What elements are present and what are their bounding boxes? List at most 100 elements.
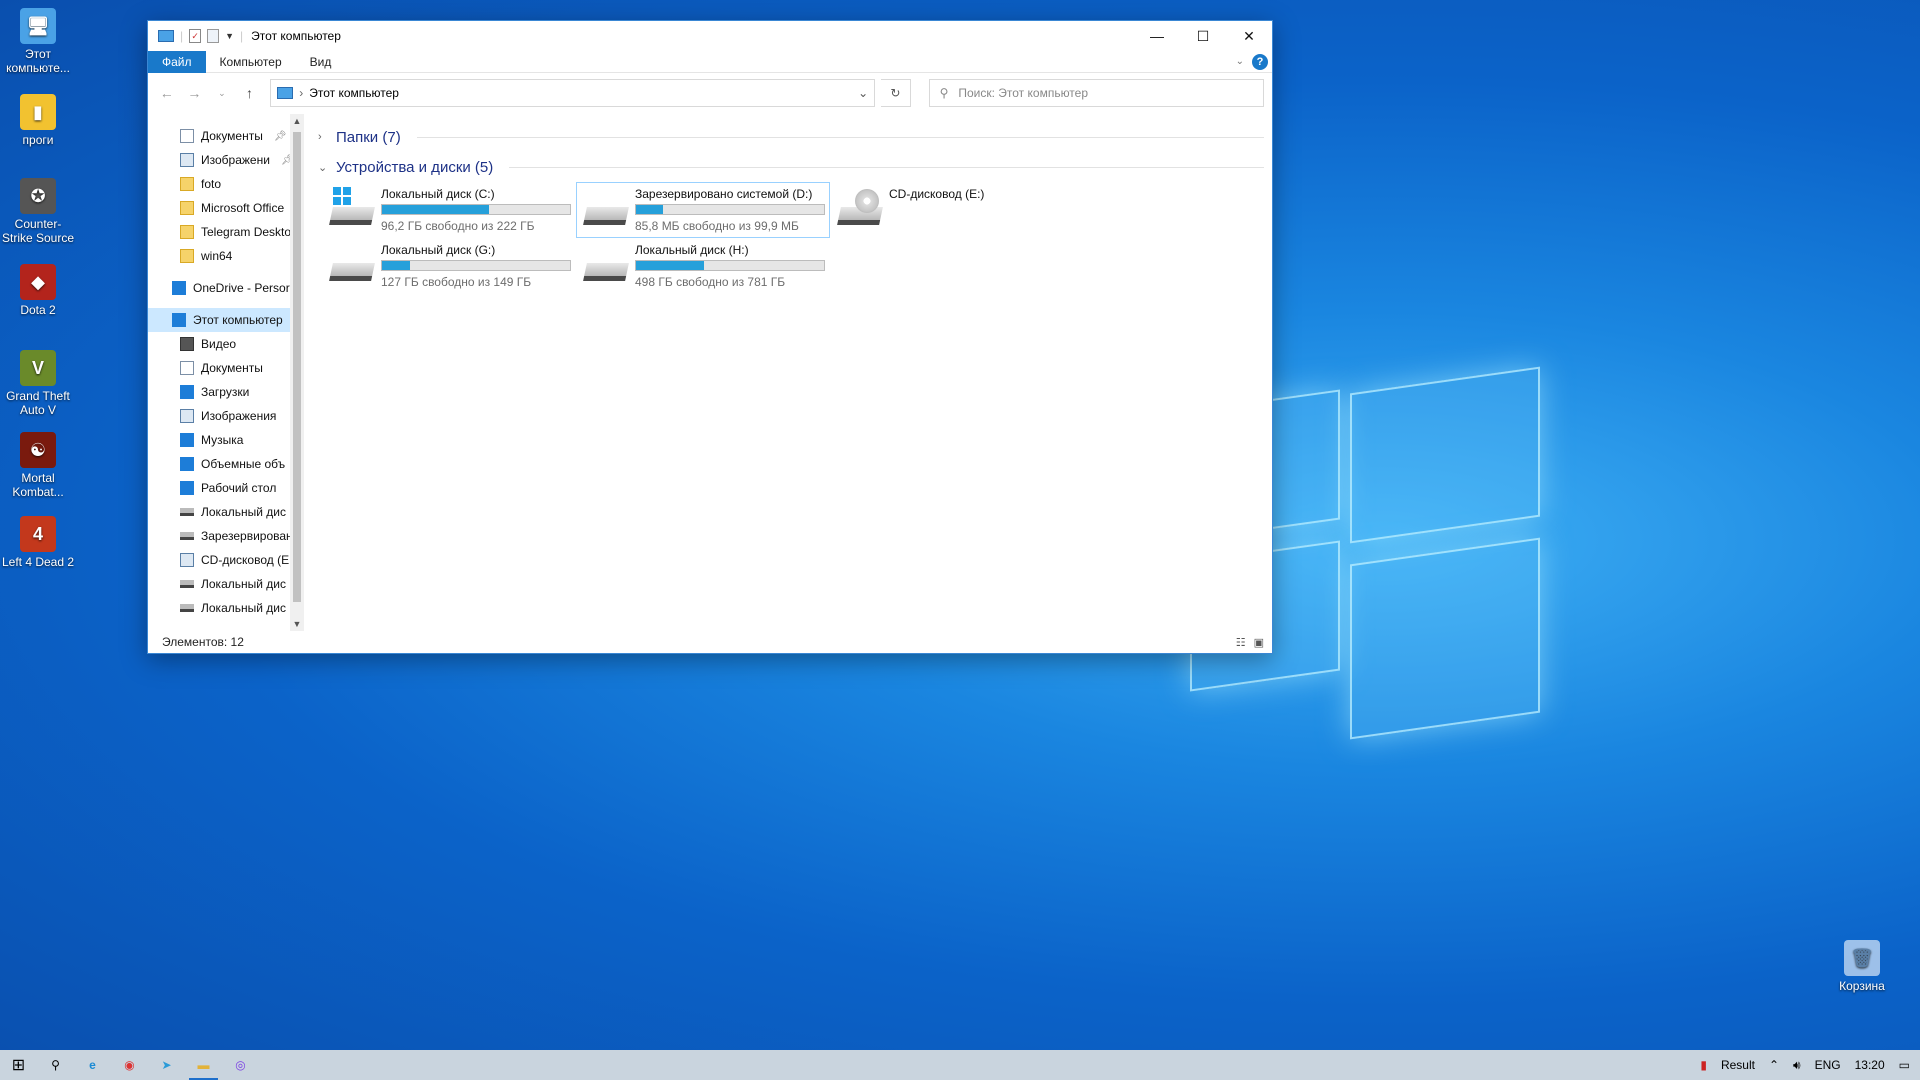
- sidebar-item[interactable]: Локальный дис: [148, 500, 304, 524]
- sidebar-item[interactable]: Зарезервирован: [148, 524, 304, 548]
- sidebar-item[interactable]: Локальный дис: [148, 572, 304, 596]
- drive-usage-fill: [636, 205, 663, 214]
- 3d-objects-icon: [180, 457, 194, 471]
- scrollbar-thumb[interactable]: [293, 132, 301, 602]
- folder-icon: ▬: [197, 1058, 210, 1072]
- sidebar-item[interactable]: Объемные объ: [148, 452, 304, 476]
- sidebar-item[interactable]: Загрузки: [148, 380, 304, 404]
- notifications-icon[interactable]: ▭: [1899, 1058, 1910, 1072]
- desktop-shortcut[interactable]: 4 Left 4 Dead 2: [0, 516, 76, 569]
- desktop-shortcut[interactable]: V Grand Theft Auto V: [0, 350, 76, 417]
- expand-chevron-icon[interactable]: ›: [318, 131, 328, 143]
- sidebar-item-label: foto: [201, 177, 222, 191]
- title-bar[interactable]: | ✓ ▼ | Этот компьютер — ☐ ✕: [148, 21, 1272, 51]
- taskbar-chrome[interactable]: ◉: [111, 1050, 148, 1080]
- sidebar-item[interactable]: Видео: [148, 332, 304, 356]
- sidebar-item[interactable]: Музыка: [148, 428, 304, 452]
- expand-ribbon-icon[interactable]: ⌄: [1236, 56, 1244, 67]
- sidebar-item-label: OneDrive - Persor: [193, 281, 290, 295]
- help-icon[interactable]: ?: [1252, 53, 1268, 70]
- desktop-shortcut[interactable]: 🖥 Этот компьюте...: [0, 8, 76, 75]
- scroll-up-icon[interactable]: ▲: [290, 116, 304, 126]
- edge-icon: e: [89, 1058, 96, 1072]
- search-button[interactable]: ⚲: [37, 1050, 74, 1080]
- desktop-shortcut[interactable]: ▮ проги: [0, 94, 76, 147]
- recycle-bin-shortcut[interactable]: 🗑 Корзина: [1824, 940, 1900, 993]
- taskbar-explorer[interactable]: ▬: [185, 1050, 222, 1080]
- taskbar-edge[interactable]: e: [74, 1050, 111, 1080]
- properties-icon[interactable]: ✓: [189, 29, 202, 43]
- scroll-down-icon[interactable]: ▼: [290, 619, 304, 629]
- start-button[interactable]: ⊞: [0, 1050, 37, 1080]
- sidebar-item[interactable]: Документы 📌︎: [148, 124, 304, 148]
- cd-drive-icon: [837, 187, 883, 229]
- tab-computer[interactable]: Компьютер: [206, 51, 296, 73]
- up-button[interactable]: ↑: [239, 85, 261, 101]
- refresh-button[interactable]: ↻: [881, 79, 911, 107]
- back-button[interactable]: ←: [156, 85, 178, 101]
- drive-name: CD-дисковод (E:): [889, 187, 985, 201]
- tab-view[interactable]: Вид: [296, 51, 346, 73]
- customize-toolbar-icon[interactable]: ▼: [225, 31, 234, 41]
- sidebar-item[interactable]: CD-дисковод (E: [148, 548, 304, 572]
- sidebar-item[interactable]: OneDrive - Persor: [148, 276, 304, 300]
- recent-locations-button[interactable]: ⌄: [211, 88, 233, 99]
- ribbon-tabs: Файл Компьютер Вид ⌄ ?: [148, 50, 1272, 73]
- sidebar-item-label: Локальный дис: [201, 505, 286, 519]
- sidebar-scrollbar[interactable]: ▲ ▼: [290, 114, 304, 631]
- volume-icon[interactable]: 🔊︎: [1793, 1058, 1801, 1073]
- drive-tile[interactable]: Локальный диск (G:) 127 ГБ свободно из 14…: [322, 238, 576, 294]
- sidebar-item[interactable]: Локальный дис: [148, 596, 304, 620]
- tray-app-label[interactable]: Result: [1721, 1058, 1755, 1072]
- taskbar-telegram[interactable]: ➤: [148, 1050, 185, 1080]
- taskbar-messenger[interactable]: ◎: [222, 1050, 259, 1080]
- sidebar-item[interactable]: Этот компьютер: [148, 308, 304, 332]
- address-dropdown-icon[interactable]: ⌄: [852, 86, 874, 100]
- collapse-chevron-icon[interactable]: ⌄: [318, 161, 328, 174]
- forward-button[interactable]: →: [184, 85, 206, 101]
- maximize-button[interactable]: ☐: [1180, 21, 1226, 51]
- group-devices[interactable]: ⌄ Устройства и диски (5): [318, 154, 1272, 180]
- drive-tile[interactable]: Зарезервировано системой (D:) 85,8 МБ сво…: [576, 182, 830, 238]
- folder-icon: [180, 249, 194, 263]
- sidebar-item[interactable]: Telegram Deskto: [148, 220, 304, 244]
- sidebar-item[interactable]: Рабочий стол: [148, 476, 304, 500]
- large-icons-view-icon[interactable]: ▣: [1254, 636, 1264, 649]
- file-view[interactable]: › Папки (7) ⌄ Устройства и диски (5) Лок…: [304, 114, 1272, 631]
- shortcut-label: Dota 2: [20, 303, 56, 317]
- navigation-pane[interactable]: Документы 📌︎ Изображени 📌︎ foto Microsoft Off…: [148, 114, 304, 631]
- desktop-shortcut[interactable]: ◆ Dota 2: [0, 264, 76, 317]
- sidebar-item-label: win64: [201, 249, 233, 263]
- video-icon: [180, 337, 194, 351]
- sidebar-item[interactable]: Изображения: [148, 404, 304, 428]
- breadcrumb[interactable]: Этот компьютер: [309, 86, 399, 100]
- sidebar-item[interactable]: Изображени 📌︎: [148, 148, 304, 172]
- app-tray-icon[interactable]: ▮: [1700, 1058, 1707, 1072]
- drive-name: Зарезервировано системой (D:): [635, 187, 813, 201]
- drive-tile[interactable]: CD-дисковод (E:): [830, 182, 1084, 238]
- shortcut-icon: ◆: [20, 264, 56, 300]
- taskbar: ⊞ ⚲ e ◉ ➤ ▬ ◎ ▮ Result ⌃ 🔊︎ ENG 13:20 ▭: [0, 1050, 1920, 1080]
- desktop-shortcut[interactable]: ☯ Mortal Kombat...: [0, 432, 76, 499]
- drive-free-space: 498 ГБ свободно из 781 ГБ: [635, 275, 786, 289]
- sidebar-item[interactable]: win64: [148, 244, 304, 268]
- window-title: Этот компьютер: [251, 29, 341, 43]
- details-view-icon[interactable]: ☷: [1236, 636, 1246, 649]
- clock[interactable]: 13:20: [1855, 1058, 1885, 1072]
- explorer-window[interactable]: | ✓ ▼ | Этот компьютер — ☐ ✕ Файл Компью…: [147, 20, 1273, 654]
- sidebar-item[interactable]: Документы: [148, 356, 304, 380]
- show-hidden-icons-icon[interactable]: ⌃: [1769, 1058, 1779, 1072]
- sidebar-item[interactable]: Microsoft Office: [148, 196, 304, 220]
- close-button[interactable]: ✕: [1226, 21, 1272, 51]
- address-bar[interactable]: › Этот компьютер ⌄: [270, 79, 876, 107]
- minimize-button[interactable]: —: [1134, 21, 1180, 51]
- drive-tile[interactable]: Локальный диск (C:) 96,2 ГБ свободно из 2…: [322, 182, 576, 238]
- desktop-shortcut[interactable]: ✪ Counter-Strike Source: [0, 178, 76, 245]
- drive-tile[interactable]: Локальный диск (H:) 498 ГБ свободно из 78…: [576, 238, 830, 294]
- sidebar-item[interactable]: foto: [148, 172, 304, 196]
- tab-file[interactable]: Файл: [148, 50, 206, 73]
- new-folder-icon[interactable]: [207, 29, 220, 43]
- search-input[interactable]: ⚲ Поиск: Этот компьютер: [928, 79, 1264, 107]
- language-indicator[interactable]: ENG: [1815, 1058, 1841, 1072]
- group-folders[interactable]: › Папки (7): [318, 124, 1272, 150]
